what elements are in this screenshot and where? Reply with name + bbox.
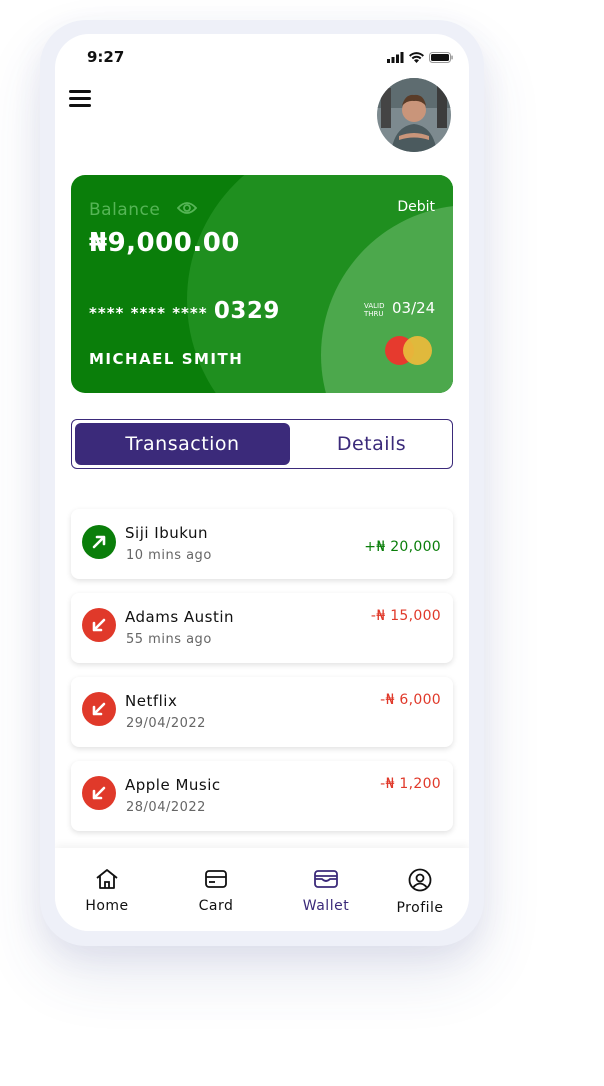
transaction-amount: -₦ 6,000 [380, 692, 441, 708]
battery-icon [429, 52, 453, 63]
transaction-row[interactable]: Apple Music 28/04/2022 -₦ 1,200 [71, 761, 453, 831]
nav-wallet-label: Wallet [302, 898, 350, 914]
arrow-down-left-icon [82, 692, 116, 726]
arrow-down-left-icon [82, 776, 116, 810]
card-expiry: 03/24 [392, 299, 436, 317]
nav-card-label: Card [198, 898, 234, 914]
status-icons [387, 52, 453, 63]
bottom-nav: Home Card Wallet Profile [55, 848, 469, 931]
transaction-name: Netflix [125, 692, 178, 710]
nav-profile-label: Profile [396, 900, 444, 916]
signal-icon [387, 52, 404, 63]
transaction-time: 29/04/2022 [126, 716, 206, 731]
transaction-time: 28/04/2022 [126, 800, 206, 815]
valid-thru-label: VALID THRU [364, 302, 388, 318]
arrow-down-left-icon [82, 608, 116, 642]
transaction-list: Siji Ibukun 10 mins ago +₦ 20,000 Adams … [71, 509, 453, 845]
balance-amount: ₦9,000.00 [89, 228, 240, 258]
menu-icon[interactable] [69, 90, 91, 108]
tab-details[interactable]: Details [294, 423, 449, 465]
card-icon [205, 870, 227, 888]
nav-home[interactable]: Home [62, 868, 152, 914]
transaction-time: 55 mins ago [126, 632, 212, 647]
card-number: **** **** **** 0329 [89, 298, 280, 324]
mastercard-icon [385, 336, 435, 366]
tab-transaction[interactable]: Transaction [75, 423, 290, 465]
bank-card[interactable]: Balance ₦9,000.00 Debit **** **** **** 0… [71, 175, 453, 393]
transaction-name: Adams Austin [125, 608, 235, 626]
wifi-icon [409, 52, 424, 63]
nav-wallet[interactable]: Wallet [281, 868, 371, 914]
card-number-last4: 0329 [213, 298, 280, 324]
phone-screen: 9:27 Balance ₦9,000.00 Debit **** **** *… [55, 34, 469, 931]
valid-thru-text: VALID THRU [364, 302, 385, 318]
transaction-row[interactable]: Netflix 29/04/2022 -₦ 6,000 [71, 677, 453, 747]
status-time: 9:27 [87, 48, 125, 66]
profile-icon [408, 868, 432, 892]
transaction-amount: -₦ 1,200 [380, 776, 441, 792]
nav-card[interactable]: Card [171, 868, 261, 914]
nav-profile[interactable]: Profile [375, 868, 465, 916]
cardholder-name: MICHAEL SMITH [89, 350, 244, 368]
card-type: Debit [397, 199, 435, 215]
wallet-icon [314, 870, 338, 888]
nav-home-label: Home [85, 898, 129, 914]
avatar[interactable] [377, 78, 451, 152]
balance-label: Balance [89, 200, 161, 220]
home-icon [96, 869, 118, 889]
arrow-up-right-icon [82, 525, 116, 559]
transaction-row[interactable]: Siji Ibukun 10 mins ago +₦ 20,000 [71, 509, 453, 579]
transaction-name: Siji Ibukun [125, 524, 208, 542]
card-number-masked: **** **** **** [89, 304, 208, 322]
transaction-name: Apple Music [125, 776, 221, 794]
eye-icon[interactable] [177, 201, 197, 215]
transaction-amount: +₦ 20,000 [364, 539, 441, 555]
transaction-time: 10 mins ago [126, 548, 212, 563]
transaction-amount: -₦ 15,000 [370, 608, 441, 624]
tab-group: Transaction Details [71, 419, 453, 469]
transaction-row[interactable]: Adams Austin 55 mins ago -₦ 15,000 [71, 593, 453, 663]
